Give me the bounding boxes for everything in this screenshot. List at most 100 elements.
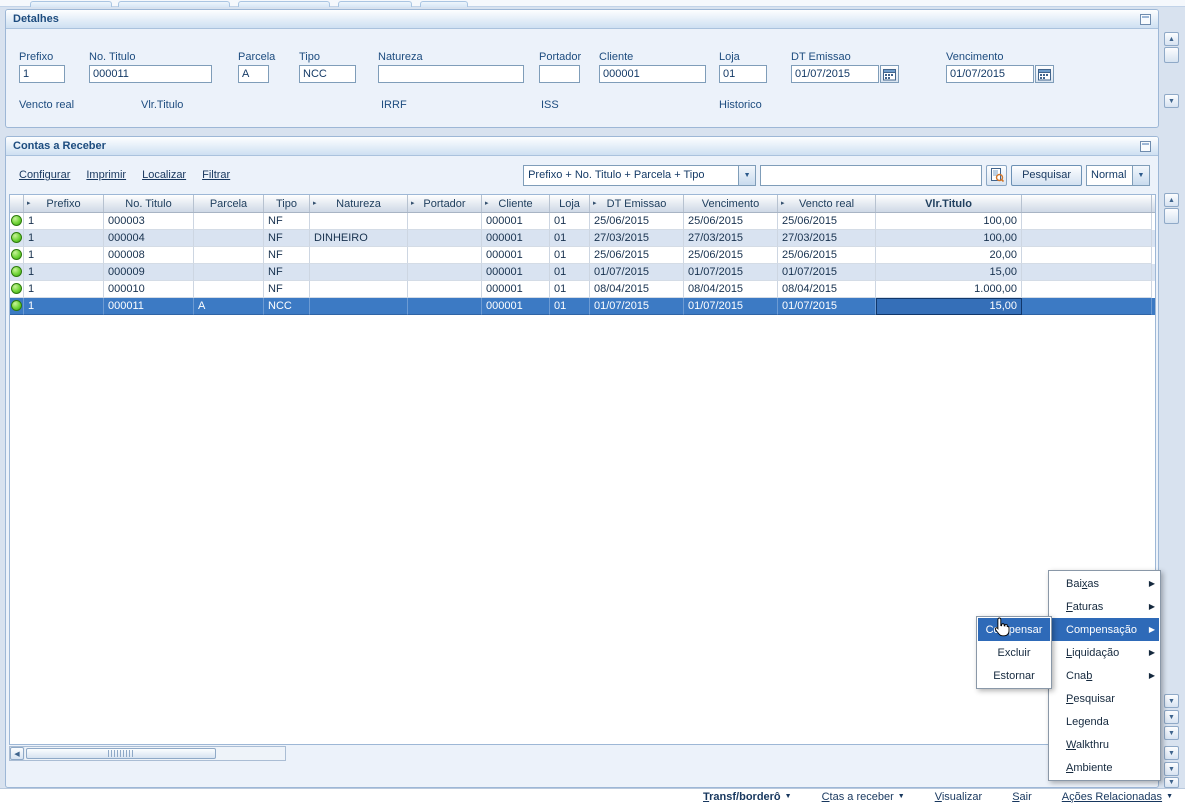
detalhes-scroll-down-button[interactable]: ▼ xyxy=(1164,94,1179,108)
grid-cell[interactable] xyxy=(310,264,408,281)
grid-cell[interactable]: 15,00 xyxy=(876,298,1022,315)
grid-cell[interactable]: 000004 xyxy=(104,230,194,247)
menu-item-cnab[interactable]: Cnab ▶ xyxy=(1050,664,1159,687)
grid-cell[interactable]: 01/07/2015 xyxy=(684,264,778,281)
grid-cell[interactable]: 25/06/2015 xyxy=(778,213,876,230)
menu-item-baixas[interactable]: Baixas ▶ xyxy=(1050,572,1159,595)
panel-maximize-icon[interactable] xyxy=(1140,13,1151,25)
grid-cell[interactable]: 000001 xyxy=(482,213,550,230)
grid-cell[interactable]: 000001 xyxy=(482,247,550,264)
grid-cell[interactable]: 100,00 xyxy=(876,213,1022,230)
top-tab[interactable] xyxy=(30,1,112,7)
grid-cell[interactable]: 25/06/2015 xyxy=(590,213,684,230)
grid-cell[interactable] xyxy=(310,281,408,298)
grid-cell[interactable]: DINHEIRO xyxy=(310,230,408,247)
horizontal-scrollbar[interactable]: ◀ xyxy=(9,746,286,761)
grid-cell[interactable]: NF xyxy=(264,281,310,298)
grid-cell[interactable]: 1 xyxy=(24,247,104,264)
pesquisar-button[interactable]: Pesquisar xyxy=(1011,164,1082,186)
link-filtrar[interactable]: Filtrar xyxy=(202,169,230,181)
calendar-button[interactable] xyxy=(880,65,899,83)
grid-cell[interactable]: 01/07/2015 xyxy=(684,298,778,315)
grid-cell[interactable]: 01/07/2015 xyxy=(778,298,876,315)
grid-cell[interactable] xyxy=(194,264,264,281)
column-header-portador[interactable]: ▸ Portador xyxy=(408,195,482,212)
field-portador[interactable] xyxy=(539,65,580,83)
grid-scroll-down-button-2[interactable]: ▼ xyxy=(1164,710,1179,724)
top-tab[interactable] xyxy=(118,1,230,7)
grid-cell[interactable]: 25/06/2015 xyxy=(684,213,778,230)
order-combobox[interactable]: Prefixo + No. Titulo + Parcela + Tipo ▼ xyxy=(523,164,757,186)
grid-cell[interactable]: 25/06/2015 xyxy=(590,247,684,264)
bottom-action-transf-bordero[interactable]: Transf/borderô ▼ xyxy=(703,791,792,803)
menu-item-compensacao[interactable]: Compensação ▶ xyxy=(1050,618,1159,641)
grid-cell[interactable]: 000001 xyxy=(482,281,550,298)
submenu-item-excluir[interactable]: Excluir xyxy=(978,641,1050,664)
grid-cell[interactable]: 1 xyxy=(24,264,104,281)
calendar-button[interactable] xyxy=(1035,65,1054,83)
window-scroll-down-button-2[interactable]: ▼ xyxy=(1164,762,1179,776)
field-cliente[interactable]: 000001 xyxy=(599,65,706,83)
view-mode-combobox[interactable]: Normal ▼ xyxy=(1086,164,1150,186)
grid-scroll-thumb[interactable] xyxy=(1164,208,1179,224)
grid-cell[interactable] xyxy=(408,247,482,264)
horizontal-scroll-thumb[interactable] xyxy=(26,748,216,759)
grid-cell[interactable] xyxy=(194,281,264,298)
column-header-natureza[interactable]: ▸ Natureza xyxy=(310,195,408,212)
grid-cell[interactable] xyxy=(310,213,408,230)
grid-cell[interactable] xyxy=(408,264,482,281)
grid-cell[interactable]: 000010 xyxy=(104,281,194,298)
field-no-titulo[interactable]: 000011 xyxy=(89,65,212,83)
table-row[interactable]: 1 000003 NF 000001 01 25/06/2015 25/06/2015 25/… xyxy=(10,213,1155,230)
submenu-item-compensar[interactable]: Compensar xyxy=(978,618,1050,641)
column-header-no-titulo[interactable]: No. Titulo xyxy=(104,195,194,212)
column-header-vencimento[interactable]: Vencimento xyxy=(684,195,778,212)
field-tipo[interactable]: NCC xyxy=(299,65,356,83)
grid-cell[interactable]: 000009 xyxy=(104,264,194,281)
grid-cell[interactable]: 15,00 xyxy=(876,264,1022,281)
scroll-left-button[interactable]: ◀ xyxy=(10,747,24,760)
grid-cell[interactable]: 1 xyxy=(24,281,104,298)
grid-cell[interactable]: 01 xyxy=(550,247,590,264)
detalhes-scroll-thumb[interactable] xyxy=(1164,47,1179,63)
grid-cell[interactable]: 08/04/2015 xyxy=(778,281,876,298)
grid-cell[interactable] xyxy=(408,230,482,247)
column-header-loja[interactable]: Loja xyxy=(550,195,590,212)
menu-item-liquidacao[interactable]: Liquidação ▶ xyxy=(1050,641,1159,664)
grid-cell[interactable]: NF xyxy=(264,230,310,247)
panel-maximize-icon[interactable] xyxy=(1140,140,1151,152)
bottom-action-ctas-a-receber[interactable]: Ctas a receber ▼ xyxy=(822,791,905,803)
grid-cell[interactable]: 01 xyxy=(550,281,590,298)
horizontal-scroll-track[interactable] xyxy=(25,747,285,760)
column-header-status[interactable] xyxy=(10,195,24,212)
grid-cell[interactable]: 01/07/2015 xyxy=(590,264,684,281)
grid-cell[interactable]: A xyxy=(194,298,264,315)
grid-scroll-up-button[interactable]: ▲ xyxy=(1164,193,1179,207)
field-natureza[interactable] xyxy=(378,65,524,83)
grid-cell[interactable] xyxy=(194,213,264,230)
field-loja[interactable]: 01 xyxy=(719,65,767,83)
top-tab[interactable] xyxy=(238,1,330,7)
column-header-vlr-titulo[interactable]: Vlr.Titulo xyxy=(876,195,1022,212)
grid-cell[interactable] xyxy=(194,230,264,247)
grid-cell[interactable]: 25/06/2015 xyxy=(684,247,778,264)
table-row[interactable]: 1 000010 NF 000001 01 08/04/2015 08/04/2015 08/… xyxy=(10,281,1155,298)
grid-cell[interactable]: 25/06/2015 xyxy=(778,247,876,264)
grid-cell[interactable]: 1 xyxy=(24,213,104,230)
grid-cell[interactable]: NF xyxy=(264,213,310,230)
grid-cell[interactable] xyxy=(194,247,264,264)
grid-cell[interactable]: NF xyxy=(264,247,310,264)
grid-cell[interactable]: 000003 xyxy=(104,213,194,230)
field-dt-emissao[interactable]: 01/07/2015 xyxy=(791,65,879,83)
advanced-search-button[interactable] xyxy=(986,164,1008,186)
grid-cell[interactable]: NCC xyxy=(264,298,310,315)
grid-cell[interactable]: 01 xyxy=(550,213,590,230)
grid-cell[interactable]: 000011 xyxy=(104,298,194,315)
grid-cell[interactable]: 01 xyxy=(550,230,590,247)
top-tab[interactable] xyxy=(338,1,412,7)
menu-item-legenda[interactable]: Legenda xyxy=(1050,710,1159,733)
column-header-parcela[interactable]: Parcela xyxy=(194,195,264,212)
link-imprimir[interactable]: Imprimir xyxy=(86,169,126,181)
window-scroll-down-button-3[interactable]: ▼ xyxy=(1164,777,1179,788)
table-row[interactable]: 1 000008 NF 000001 01 25/06/2015 25/06/2015 25/… xyxy=(10,247,1155,264)
